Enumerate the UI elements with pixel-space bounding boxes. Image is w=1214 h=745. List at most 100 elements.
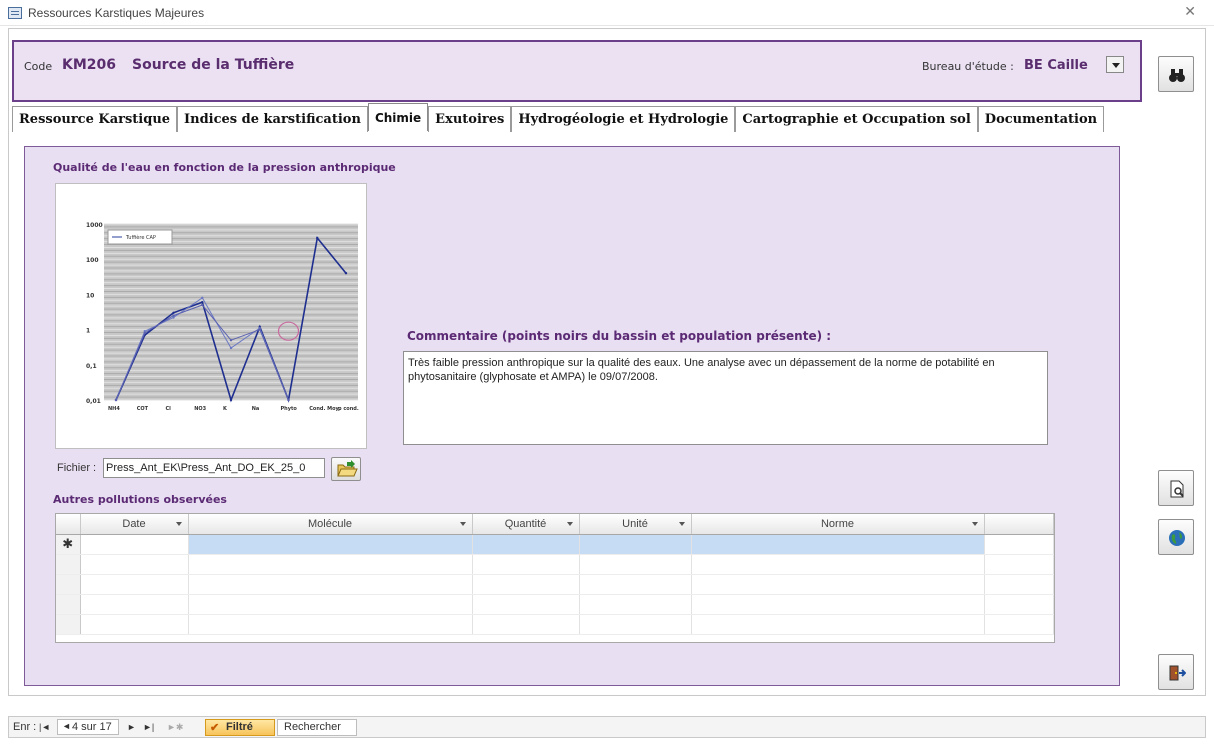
form-icon: [8, 7, 22, 19]
table-row: [56, 594, 1054, 615]
data-point: [172, 311, 175, 315]
document-magnifier-icon: [1170, 480, 1184, 498]
bureau-value: BE Caille: [1024, 58, 1088, 73]
nav-first-button[interactable]: |◄: [39, 722, 50, 732]
chart-section-title: Qualité de l'eau en fonction de la press…: [53, 161, 396, 174]
tab-strip: Ressource Karstique Indices de karstific…: [12, 103, 1105, 132]
globe-button[interactable]: [1158, 519, 1194, 555]
search-box[interactable]: Rechercher: [277, 719, 357, 736]
tab-documentation[interactable]: Documentation: [977, 106, 1105, 132]
cell-molecule[interactable]: [188, 534, 473, 555]
data-point: [287, 398, 290, 402]
data-point: [258, 328, 261, 331]
tab-hydrogeologie[interactable]: Hydrogéologie et Hydrologie: [511, 106, 736, 132]
exit-button[interactable]: [1158, 654, 1194, 690]
record-position-input[interactable]: ◄ 4 sur 17: [57, 719, 119, 735]
nav-prev-button[interactable]: ◄: [62, 721, 71, 731]
tab-indices-karstification[interactable]: Indices de karstification: [177, 106, 368, 132]
bureau-label: Bureau d'étude :: [922, 60, 1014, 73]
column-header-molecule[interactable]: Molécule: [188, 514, 473, 535]
legend-label: Tuffière CAP: [125, 234, 156, 241]
column-label-molecule: Molécule: [307, 517, 353, 530]
column-label-quantite: Quantité: [504, 517, 547, 530]
table-row: [56, 574, 1054, 595]
column-header-date[interactable]: Date: [80, 514, 189, 535]
comment-textarea[interactable]: Très faible pression anthropique sur la …: [403, 351, 1048, 445]
resource-name: Source de la Tuffière: [132, 57, 295, 73]
table-row: [56, 554, 1054, 575]
column-label-date: Date: [122, 517, 146, 530]
header-panel: Code KM206 Source de la Tuffière Bureau …: [12, 40, 1142, 102]
window-title: Ressources Karstiques Majeures: [28, 6, 205, 20]
y-tick-label: 100: [86, 257, 99, 264]
data-point: [114, 398, 118, 402]
column-header-quantite[interactable]: Quantité: [472, 514, 580, 535]
nav-next-button[interactable]: ►: [127, 722, 136, 732]
x-tick-label: Na: [252, 406, 260, 412]
fichier-label: Fichier :: [57, 462, 97, 474]
open-folder-icon: [337, 460, 358, 477]
row-selector-header: [56, 514, 81, 535]
x-tick-label: Cl: [166, 406, 172, 412]
tab-ressource-karstique[interactable]: Ressource Karstique: [12, 106, 178, 132]
open-file-button[interactable]: [331, 457, 361, 481]
record-position: 4 sur 17: [72, 721, 112, 733]
cell-norme[interactable]: [691, 534, 985, 555]
filter-check-icon: ✔: [210, 722, 220, 734]
window-titlebar: Ressources Karstiques Majeures ✕: [0, 0, 1214, 26]
bureau-dropdown-button[interactable]: [1106, 56, 1124, 73]
code-label: Code: [24, 60, 53, 73]
tab-chimie[interactable]: Chimie: [367, 103, 429, 131]
y-tick-label: 0,01: [86, 398, 101, 405]
data-point: [143, 331, 146, 335]
data-point: [201, 303, 204, 307]
tab-cartographie[interactable]: Cartographie et Occupation sol: [735, 106, 978, 132]
record-navigation-bar: Enr : |◄ ◄ 4 sur 17 ► ►| ►✱ ✔ Filtré Rec…: [8, 716, 1206, 738]
column-header-unite[interactable]: Unité: [579, 514, 692, 535]
cell-date[interactable]: [80, 534, 189, 555]
record-label: Enr :: [13, 721, 37, 733]
data-point: [344, 272, 348, 275]
print-preview-button[interactable]: [1158, 470, 1194, 506]
code-value: KM206: [62, 57, 117, 73]
search-label: Rechercher: [284, 721, 341, 733]
x-tick-label: COT: [137, 406, 149, 412]
data-point: [229, 338, 233, 342]
x-tick-label: Phyto: [281, 406, 298, 412]
x-tick-label: K: [223, 406, 228, 412]
tab-exutoires[interactable]: Exutoires: [428, 106, 512, 132]
sort-arrow-icon: [566, 522, 573, 526]
close-icon[interactable]: ✕: [1184, 4, 1196, 20]
nav-new-button[interactable]: ►✱: [167, 722, 183, 733]
data-point: [316, 236, 319, 240]
x-tick-label: Cond. Moy.: [309, 406, 340, 412]
data-point: [229, 346, 233, 350]
column-label-norme: Norme: [820, 517, 854, 530]
search-button[interactable]: [1158, 56, 1194, 92]
sort-arrow-icon: [971, 522, 978, 526]
column-header-norme[interactable]: Norme: [691, 514, 985, 535]
chart-svg: 1000 100 10 1 0,1 0,01 NH4 COT Cl NO3 K Na Phyto Cond…: [86, 222, 359, 412]
autres-section-title: Autres pollutions observées: [53, 493, 227, 506]
fichier-input[interactable]: Press_Ant_EK\Press_Ant_DO_EK_25_0: [103, 458, 325, 478]
globe-icon: [1169, 530, 1185, 546]
chimie-panel: Qualité de l'eau en fonction de la press…: [24, 146, 1120, 686]
data-point: [172, 314, 175, 317]
x-tick-label: NO3: [194, 406, 206, 412]
data-point: [229, 398, 233, 402]
sort-arrow-icon: [459, 522, 466, 526]
cell-quantite[interactable]: [472, 534, 580, 555]
data-point: [201, 301, 204, 304]
x-tick-label: NH4: [108, 406, 120, 412]
new-record-row[interactable]: ✱: [56, 534, 1054, 555]
cell-unite[interactable]: [579, 534, 692, 555]
data-point: [201, 296, 204, 300]
exit-door-icon: [1169, 665, 1186, 681]
pollutions-datasheet: Date Molécule Quantité Unité Norme ✱: [55, 513, 1055, 643]
column-header-empty: [984, 514, 1054, 535]
nav-last-button[interactable]: ►|: [143, 722, 154, 732]
y-tick-label: 10: [86, 292, 94, 299]
new-record-marker: ✱: [56, 534, 81, 555]
sort-arrow-icon: [678, 522, 685, 526]
filter-toggle-button[interactable]: ✔ Filtré: [205, 719, 275, 736]
